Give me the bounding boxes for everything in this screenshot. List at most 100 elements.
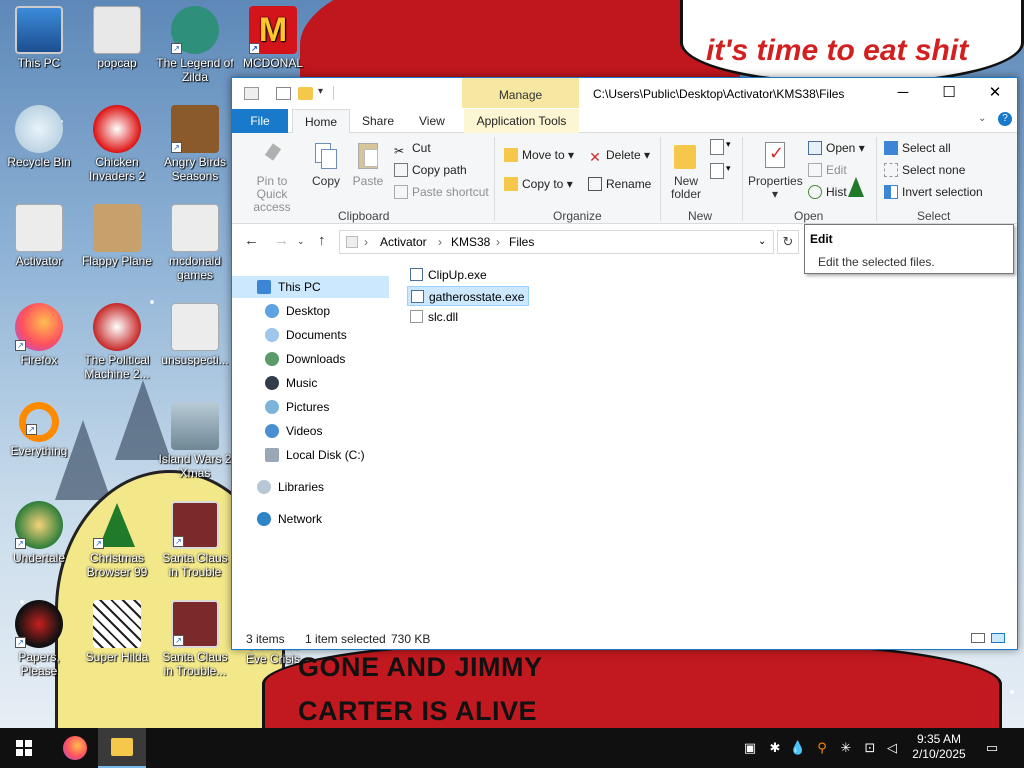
taskbar-clock[interactable]: 9:35 AM 2/10/2025 (904, 732, 974, 762)
select-all-button[interactable]: Select all (884, 139, 951, 157)
desktop-icon-this-pc[interactable]: This PC (0, 6, 78, 70)
desktop-icon-recycle-bin[interactable]: Recycle Bin (0, 105, 78, 169)
file-item-clipup[interactable]: ClipUp.exe (407, 265, 491, 285)
copy-path-button[interactable]: Copy path (394, 161, 467, 179)
new-folder-button[interactable]: New folder (668, 141, 704, 201)
tab-view[interactable]: View (407, 109, 457, 133)
forward-button[interactable]: → (274, 232, 289, 249)
desktop-icon-legend-of-zilda[interactable]: ↗ The Legend of Zilda (156, 6, 234, 84)
nav-this-pc[interactable]: This PC (232, 276, 389, 298)
tray-drop-icon[interactable]: 💧 (788, 728, 808, 768)
desktop-icon-papers-please[interactable]: ↗ Papers, Please (0, 600, 78, 678)
expand-ribbon-icon[interactable]: ⌄ (978, 113, 986, 124)
nav-network[interactable]: Network (257, 508, 322, 530)
manage-contextual-tab[interactable]: Manage (462, 78, 579, 108)
up-button[interactable]: ↑ (318, 232, 326, 249)
tab-home[interactable]: Home (292, 109, 351, 134)
tray-everything-icon[interactable]: ⚲ (812, 728, 832, 768)
tab-file[interactable]: File (232, 109, 288, 133)
details-view-icon[interactable] (971, 633, 985, 643)
desktop-icon-santa-claus[interactable]: ↗ Santa Claus in Trouble (156, 501, 234, 579)
desktop-icon-mcdonald-games[interactable]: mcdonald games (156, 204, 234, 282)
start-button[interactable] (0, 728, 48, 768)
rename-button[interactable]: Rename (588, 175, 651, 193)
tray-app-icon[interactable]: ✱ (764, 728, 786, 768)
large-icons-view-icon[interactable] (991, 633, 1005, 643)
nav-label: Music (286, 376, 318, 390)
desktop-icon-political-machine[interactable]: The Political Machine 2... (78, 303, 156, 381)
refresh-button[interactable]: ↻ (777, 230, 799, 254)
new-item-icon[interactable]: ▾ (710, 139, 732, 157)
desktop-icon-santa-claus-2[interactable]: ↗ Santa Claus in Trouble... A... (156, 600, 234, 680)
desktop-icon-firefox[interactable]: ↗ Firefox (0, 303, 78, 367)
move-to-button[interactable]: Move to ▾ (504, 146, 574, 164)
tab-application-tools[interactable]: Application Tools (464, 109, 579, 133)
recent-locations-icon[interactable]: ⌄ (297, 236, 305, 247)
christmas-tree-cursor-icon (848, 177, 864, 197)
help-icon[interactable]: ? (998, 112, 1012, 126)
nav-local-disk[interactable]: Local Disk (C:) (265, 444, 365, 466)
desktop-icon-everything[interactable]: ↗ Everything (0, 402, 78, 458)
cut-button[interactable]: ✂ Cut (394, 139, 431, 158)
select-none-button[interactable]: Select none (884, 161, 965, 179)
file-item-gatherosstate[interactable]: gatherosstate.exe (407, 286, 530, 306)
desktop-icon-flappy-plane[interactable]: Flappy Plane (78, 204, 156, 268)
paste-shortcut-button[interactable]: Paste shortcut (394, 183, 489, 201)
notifications-icon[interactable]: ▭ (980, 728, 1004, 768)
address-box[interactable]: › Activator › KMS38 › Files ⌄ (339, 230, 774, 254)
properties-button[interactable]: ✓ Properties ▾ (748, 141, 803, 201)
open-button[interactable]: Open ▾ (808, 139, 865, 157)
breadcrumb-files[interactable]: Files (509, 235, 534, 249)
select-none-icon (884, 163, 898, 177)
desktop-icon-popcap[interactable]: popcap (78, 6, 156, 70)
history-button[interactable]: Hist (808, 183, 847, 201)
delete-button[interactable]: ✕ Delete ▾ (588, 146, 650, 164)
taskbar-firefox[interactable] (50, 728, 98, 768)
file-item-slc[interactable]: slc.dll (407, 307, 462, 327)
copy-path-icon (394, 163, 408, 177)
tray-network-icon[interactable]: ⊡ (860, 728, 880, 768)
copy-button[interactable]: Copy (309, 141, 343, 188)
pin-to-quick-access-button[interactable]: Pin to Quick access (240, 141, 304, 214)
desktop-icon-island-wars[interactable]: Island Wars 2 Xmas (156, 402, 234, 480)
nav-libraries[interactable]: Libraries (257, 476, 324, 498)
desktop-icon-christmas-browser[interactable]: ↗ Christmas Browser 99 (78, 501, 156, 579)
nav-downloads[interactable]: Downloads (265, 348, 345, 370)
paste-button[interactable]: Paste (350, 141, 386, 188)
title-bar[interactable]: ▾ Manage C:\Users\Public\Desktop\Activat… (232, 78, 1017, 109)
maximize-button[interactable]: ☐ (926, 78, 972, 108)
edit-button[interactable]: Edit (808, 161, 847, 179)
nav-documents[interactable]: Documents (265, 324, 347, 346)
breadcrumb-activator[interactable]: Activator (380, 235, 427, 249)
desktop-icon-unsuspecti[interactable]: unsuspecti... (156, 303, 234, 367)
desktop-icon-super-hilda[interactable]: Super Hilda (78, 600, 156, 664)
close-button[interactable]: ✕ (972, 78, 1018, 108)
window-menu-icon[interactable] (244, 87, 259, 100)
breadcrumb-kms38[interactable]: KMS38 (451, 235, 490, 249)
tray-snowflake-icon[interactable]: ✳ (836, 728, 856, 768)
address-dropdown-icon[interactable]: ⌄ (758, 236, 766, 247)
nav-videos[interactable]: Videos (265, 420, 322, 442)
desktop-icon-activator[interactable]: Activator (0, 204, 78, 268)
new-folder-quick-icon[interactable] (298, 87, 313, 100)
tab-share[interactable]: Share (350, 109, 406, 133)
copy-to-button[interactable]: Copy to ▾ (504, 175, 573, 193)
tray-volume-icon[interactable]: ◁ (882, 728, 902, 768)
nav-pictures[interactable]: Pictures (265, 396, 329, 418)
desktop-icon-chicken-invaders[interactable]: Chicken Invaders 2 (78, 105, 156, 183)
nav-desktop[interactable]: Desktop (265, 300, 330, 322)
folder-icon (171, 204, 219, 252)
desktop-icon-undertale[interactable]: ↗ Undertale (0, 501, 78, 565)
desktop-icon-angry-birds[interactable]: ↗ Angry Birds Seasons (156, 105, 234, 183)
easy-access-icon[interactable]: ▾ (710, 163, 732, 181)
properties-quick-icon[interactable] (276, 87, 291, 100)
back-button[interactable]: ← (244, 232, 259, 249)
customize-qat-icon[interactable]: ▾ (318, 86, 323, 97)
desktop-icon-mcdonal[interactable]: M ↗ MCDONAL (234, 6, 312, 70)
invert-selection-button[interactable]: Invert selection (884, 183, 983, 201)
minimize-button[interactable]: ─ (880, 78, 926, 108)
tray-sound-monitor-icon[interactable]: ▣ (740, 728, 760, 768)
taskbar-file-explorer[interactable] (98, 728, 146, 768)
hilda-icon (93, 600, 141, 648)
nav-music[interactable]: Music (265, 372, 317, 394)
